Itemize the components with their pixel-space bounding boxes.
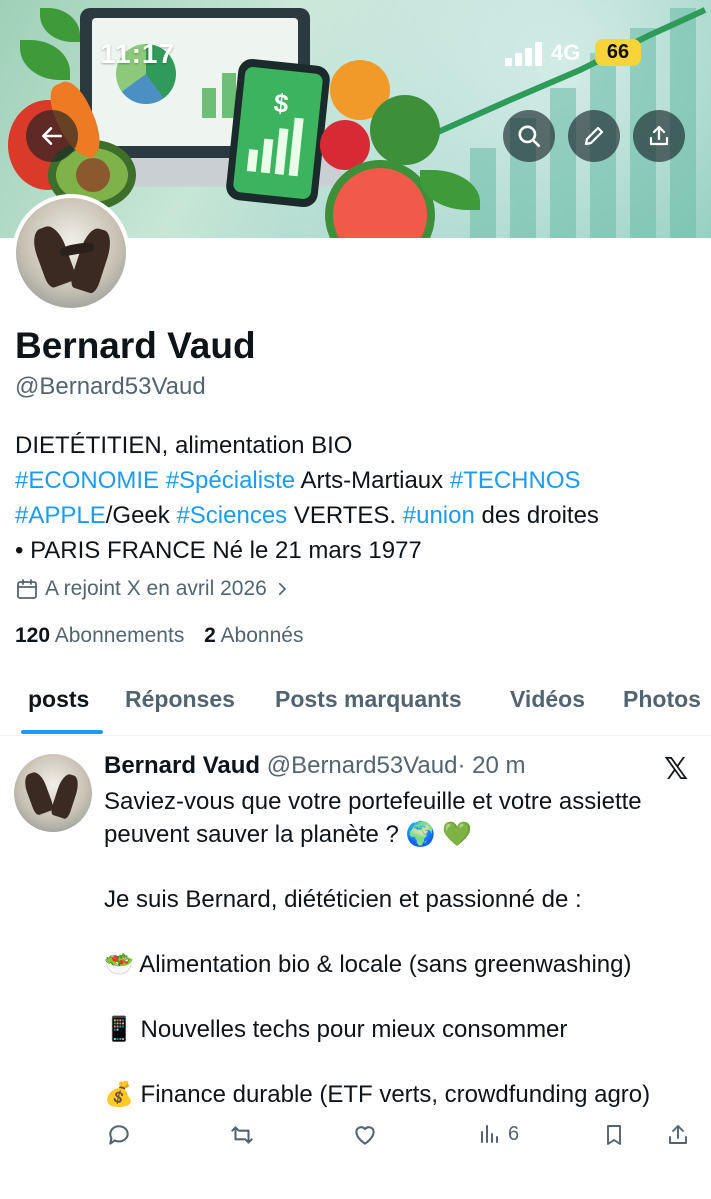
search-icon [518,125,541,148]
back-arrow-icon [42,127,62,145]
signal-icon [505,42,545,66]
hashtag-link[interactable]: #TECHNOS [450,467,581,494]
bio-line: #APPLE/Geek #Sciences VERTES. #union des… [15,498,695,533]
bookmark-icon [607,1125,621,1145]
repost-icon [231,1126,253,1144]
post-header: Bernard Vaud @Bernard53Vaud· 20 m [104,752,525,780]
avatar-figure [21,769,55,817]
tab-replies[interactable]: Réponses [125,686,235,713]
profile-tabs: posts Réponses Posts marquants Vidéos Ph… [0,670,711,736]
search-button[interactable] [503,110,555,162]
following-label: Abonnements [54,624,185,647]
share-button[interactable] [633,110,685,162]
views-button[interactable]: 6 [478,1122,519,1146]
like-button[interactable] [352,1122,378,1148]
back-button[interactable] [26,110,78,162]
share-icon [669,1125,687,1144]
hashtag-link[interactable]: #APPLE [15,502,106,529]
bookmark-button[interactable] [602,1122,626,1148]
bio-text: • PARIS FRANCE Né le 21 mars 1977 [15,537,422,564]
share-icon [649,125,669,146]
post-author-handle[interactable]: @Bernard53Vaud [267,752,458,779]
share-post-button[interactable] [666,1122,690,1148]
profile-banner[interactable]: $ 11:17 4G 66 [0,0,711,238]
bio-text: /Geek [105,502,177,529]
following-link[interactable]: 120 Abonnements [15,624,184,647]
followers-link[interactable]: 2 Abonnés [204,624,303,647]
active-tab-indicator [21,730,103,734]
chevron-right-icon [278,582,286,596]
tab-videos[interactable]: Vidéos [510,686,585,713]
smartphone-screen: $ [232,66,324,200]
bio-line: DIETÉTITIEN, alimentation BIO [15,428,695,463]
post-author-avatar[interactable] [14,754,92,832]
repost-button[interactable] [228,1122,256,1148]
post-actions: 6 [0,1122,711,1162]
hashtag-link[interactable]: #ECONOMIE [15,467,159,494]
dollar-icon: $ [272,87,290,119]
avocado-pit-graphic [76,158,110,192]
hashtag-link[interactable]: #union [403,502,475,529]
profile-avatar[interactable] [12,194,130,312]
following-count: 120 [15,624,51,647]
views-count: 6 [508,1122,520,1145]
tab-posts[interactable]: posts [28,686,89,713]
tab-photos[interactable]: Photos [623,686,701,713]
joined-text: A rejoint X en avril 2026 [45,577,267,600]
calendar-icon [17,579,37,599]
x-logo-icon: 𝕏 [664,753,689,786]
views-chart-icon [481,1125,498,1143]
post-author-name[interactable]: Bernard Vaud [104,752,260,779]
bio-text: des droites [474,502,599,529]
followers-count: 2 [204,624,216,647]
profile-bio: DIETÉTITIEN, alimentation BIO #ECONOMIE … [15,428,695,568]
post-time: · 20 m [457,752,526,779]
smartphone-graphic: $ [224,57,332,209]
followers-label: Abonnés [220,624,304,647]
reply-icon [109,1125,129,1145]
phone-bar [246,149,259,172]
broccoli-graphic [370,95,440,165]
bio-text: DIETÉTITIEN, alimentation BIO [15,432,353,459]
avatar-figure [49,772,82,820]
network-type: 4G [551,40,581,65]
edit-button[interactable] [568,110,620,162]
hashtag-link[interactable]: #Spécialiste [166,467,295,494]
avatar-figure [68,225,116,295]
post-text: Saviez-vous que votre portefeuille et vo… [104,788,651,1108]
bio-line: • PARIS FRANCE Né le 21 mars 1977 [15,533,695,568]
tab-highlights[interactable]: Posts marquants [275,686,462,713]
status-time: 11:17 [100,38,176,69]
phone-bar [260,138,274,174]
phone-bar [274,128,289,175]
mini-bar [202,88,216,118]
hashtag-link[interactable]: #Sciences [176,502,287,529]
joined-date[interactable]: A rejoint X en avril 2026 [15,577,291,601]
profile-handle: @Bernard53Vaud [15,373,206,400]
follow-stats: 120 Abonnements 2 Abonnés [15,624,303,648]
profile-name: Bernard Vaud [15,325,256,366]
battery-indicator: 66 [595,39,641,66]
reply-button[interactable] [106,1122,132,1148]
bio-text: VERTES. [287,502,403,529]
bio-text: Arts-Martiaux [295,467,450,494]
phone-bar [288,117,304,177]
pencil-icon [584,126,604,146]
avatar-figure [28,222,78,290]
heart-icon [355,1126,375,1145]
bio-line: #ECONOMIE #Spécialiste Arts-Martiaux #TE… [15,463,695,498]
